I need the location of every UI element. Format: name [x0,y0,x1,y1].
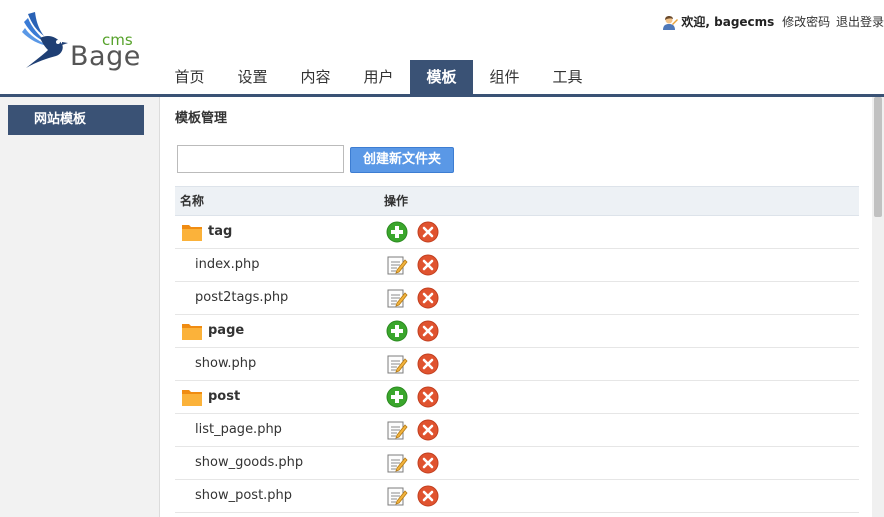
file-row: index.php [175,249,859,282]
folder-name[interactable]: post [208,381,240,413]
delete-icon[interactable] [417,452,439,474]
folder-name[interactable]: tag [208,216,232,248]
folder-name[interactable]: page [208,315,244,347]
edit-icon[interactable] [386,452,408,474]
file-name[interactable]: show_goods.php [195,447,303,479]
edit-icon[interactable] [386,254,408,276]
file-name[interactable]: show_post.php [195,480,292,512]
add-icon[interactable] [386,320,408,342]
create-folder-button[interactable]: 创建新文件夹 [350,147,454,173]
column-header-actions: 操作 [384,194,409,208]
file-name[interactable]: list_page.php [195,414,282,446]
logo[interactable]: cms Bage [22,10,142,72]
nav-item-templates[interactable]: 模板 [410,60,473,95]
file-row: list_page.php [175,414,859,447]
file-row: show.php [175,348,859,381]
edit-icon[interactable] [386,287,408,309]
folder-icon [181,222,203,242]
column-header-name: 名称 [180,194,205,208]
file-row: show_goods.php [175,447,859,480]
logo-big-text: Bage [70,41,141,72]
main-content: 模板管理 创建新文件夹 名称 操作 tag index.php post2tags.… [160,97,872,517]
nav-item-home[interactable]: 首页 [158,60,221,95]
delete-icon[interactable] [417,254,439,276]
edit-icon[interactable] [386,353,408,375]
user-bar: 欢迎, bagecms 修改密码 退出登录 [662,13,884,31]
folder-row: page [175,315,859,348]
bird-logo-icon [22,12,68,68]
change-password-link[interactable]: 修改密码 [782,15,830,29]
nav-item-users[interactable]: 用户 [347,60,410,95]
edit-icon[interactable] [386,485,408,507]
main-nav: 首页 设置 内容 用户 模板 组件 工具 [158,60,599,95]
welcome-text: 欢迎, bagecms [681,15,775,29]
sidebar-item-site-templates[interactable]: 网站模板 [8,105,144,135]
user-icon [663,15,679,30]
nav-item-settings[interactable]: 设置 [221,60,284,95]
table-body: tag index.php post2tags.php page show.php pos… [175,216,859,513]
table-header: 名称 操作 [175,186,859,216]
file-row: show_post.php [175,480,859,513]
edit-icon[interactable] [386,419,408,441]
nav-item-components[interactable]: 组件 [473,60,536,95]
folder-name-input[interactable] [177,145,344,173]
file-name[interactable]: show.php [195,348,256,380]
delete-icon[interactable] [417,386,439,408]
nav-item-content[interactable]: 内容 [284,60,347,95]
template-table: 名称 操作 tag index.php post2tags.php page show.… [175,186,859,513]
scrollbar-thumb[interactable] [874,97,882,217]
add-icon[interactable] [386,386,408,408]
add-icon[interactable] [386,221,408,243]
delete-icon[interactable] [417,353,439,375]
page-title: 模板管理 [175,111,228,126]
header: cms Bage 欢迎, bagecms 修改密码 退出登录 首页 设置 内容 … [0,0,884,97]
delete-icon[interactable] [417,287,439,309]
file-name[interactable]: post2tags.php [195,282,288,314]
scrollbar[interactable] [872,97,884,517]
delete-icon[interactable] [417,320,439,342]
delete-icon[interactable] [417,485,439,507]
folder-icon [181,387,203,407]
nav-item-tools[interactable]: 工具 [536,60,599,95]
folder-row: post [175,381,859,414]
file-name[interactable]: index.php [195,249,259,281]
folder-icon [181,321,203,341]
file-row: post2tags.php [175,282,859,315]
sidebar: 网站模板 [0,97,160,517]
delete-icon[interactable] [417,419,439,441]
delete-icon[interactable] [417,221,439,243]
logout-link[interactable]: 退出登录 [836,15,884,29]
folder-row: tag [175,216,859,249]
